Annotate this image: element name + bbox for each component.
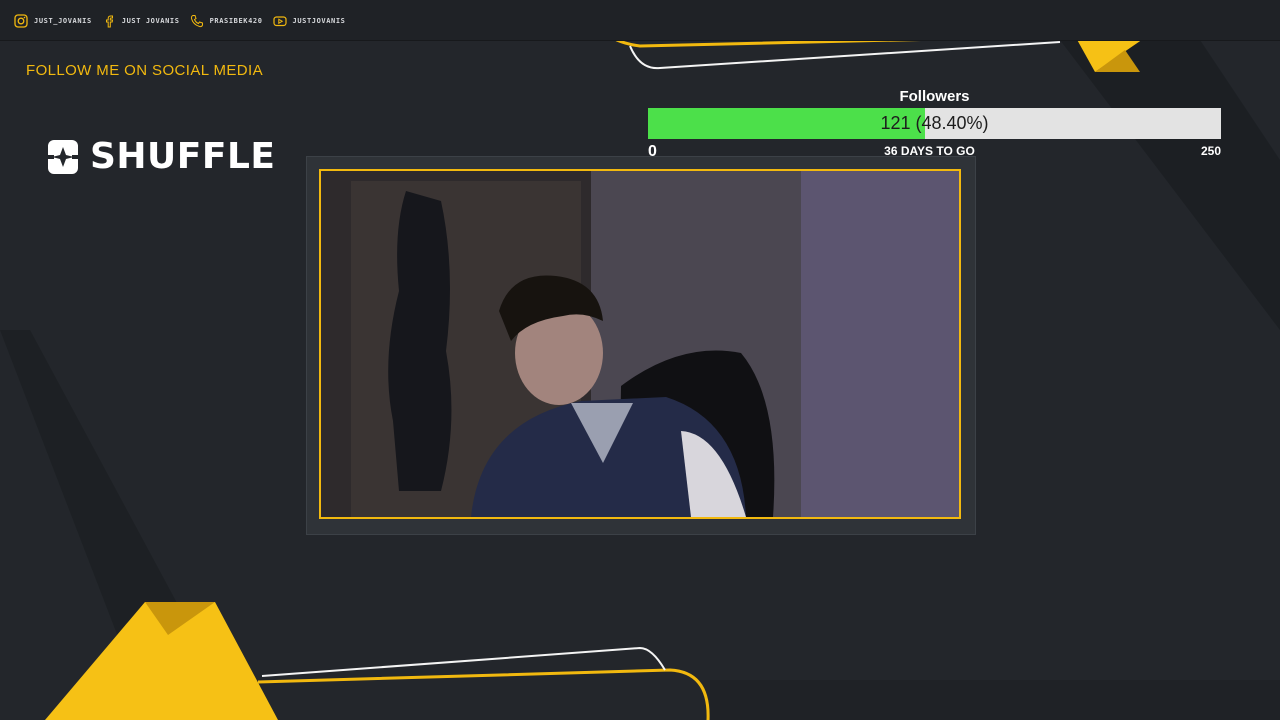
goal-value: 121 (48.40%) [880,113,989,133]
follow-heading: FOLLOW ME ON SOCIAL MEDIA [26,62,263,79]
social-label-facebook: JUST JOVANIS [121,17,180,25]
followers-goal: Followers 121 (48.40%) 0 36 DAYS TO GO 2… [648,88,1221,162]
social-item-facebook[interactable]: JUST JOVANIS [102,14,180,28]
youtube-icon [272,16,287,27]
webcam-scene [321,171,959,517]
social-item-youtube[interactable]: JUSTJOVANIS [272,14,346,28]
social-label-youtube: JUSTJOVANIS [292,17,346,25]
social-links: JUST_JOVANIS JUST JOVANIS PRASIBEK420 JU… [14,13,356,29]
social-label-phone: PRASIBEK420 [209,17,263,25]
facebook-icon [105,15,113,28]
social-label-instagram: JUST_JOVANIS [34,17,92,25]
goal-progress-bar: 121 (48.40%) [648,108,1221,139]
brand-name: SHUFFLE [90,136,276,177]
instagram-icon [14,14,28,28]
stream-overlay: JUST_JOVANIS JUST JOVANIS PRASIBEK420 JU… [0,0,1280,720]
goal-title: Followers [899,88,970,105]
social-item-instagram[interactable]: JUST_JOVANIS [14,14,92,28]
phone-icon [190,15,203,28]
brand-logo: SHUFFLE [46,137,276,177]
top-bar: JUST_JOVANIS JUST JOVANIS PRASIBEK420 JU… [0,0,1280,41]
goal-max-label: 250 [1200,144,1221,158]
social-item-phone[interactable]: PRASIBEK420 [190,14,263,28]
webcam-feed [319,169,961,519]
shuffle-logo-icon [46,140,80,174]
